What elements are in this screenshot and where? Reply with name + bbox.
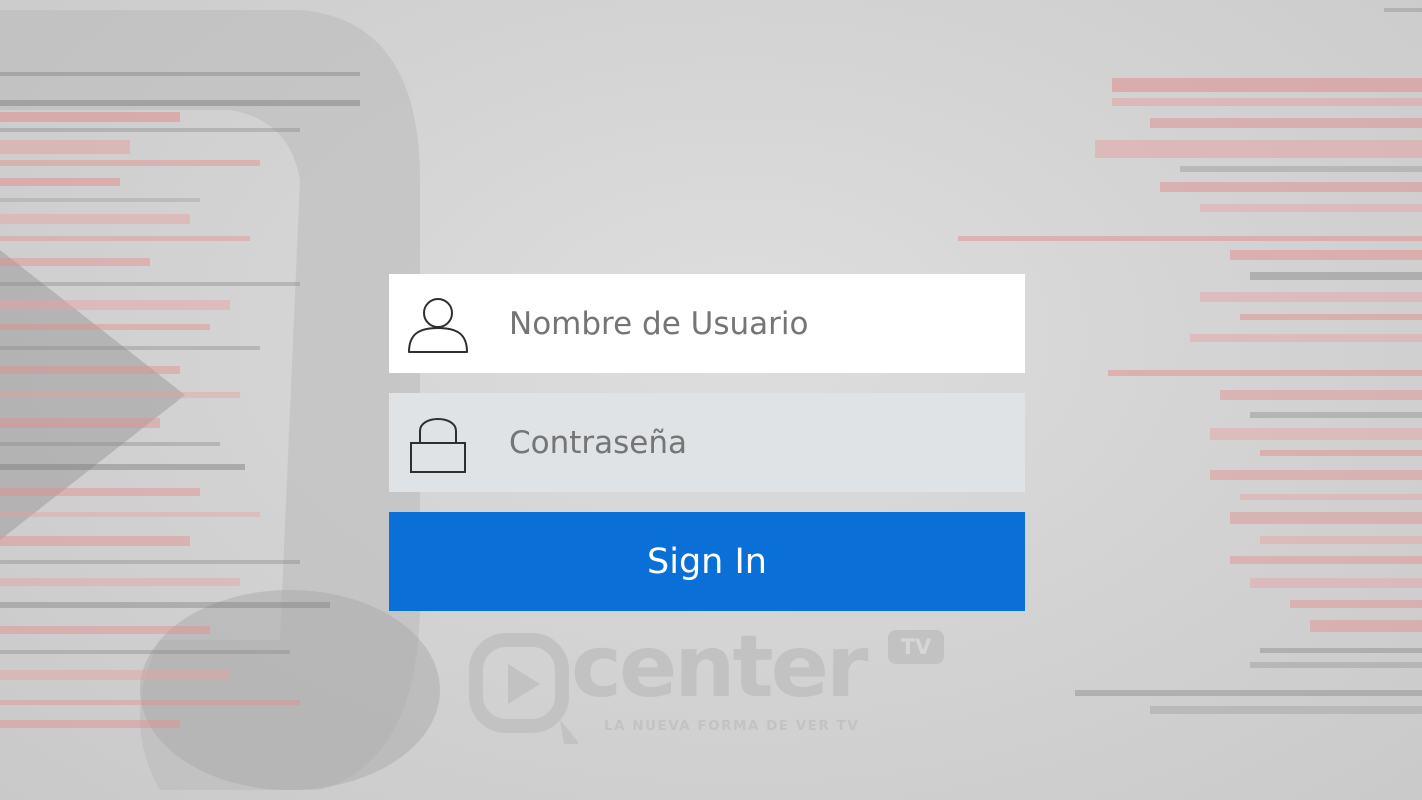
lock-icon xyxy=(410,418,466,473)
logo-tv-badge: TV xyxy=(888,630,944,664)
play-icon xyxy=(469,633,578,744)
qcenter-logo: center TV LA NUEVA FORMA DE VER TV xyxy=(468,624,948,748)
username-field[interactable] xyxy=(389,274,1025,373)
password-input[interactable] xyxy=(509,393,1009,492)
sign-in-button[interactable]: Sign In xyxy=(389,512,1025,611)
user-icon xyxy=(408,298,468,353)
username-input[interactable] xyxy=(509,274,1009,373)
password-field[interactable] xyxy=(389,393,1025,492)
logo-tagline: LA NUEVA FORMA DE VER TV xyxy=(604,718,860,734)
logo-wordmark: center xyxy=(571,617,868,717)
glitch-stripes-right xyxy=(958,8,1422,714)
login-screen: Sign In center TV LA NUEVA FORMA DE VER … xyxy=(0,0,1422,800)
